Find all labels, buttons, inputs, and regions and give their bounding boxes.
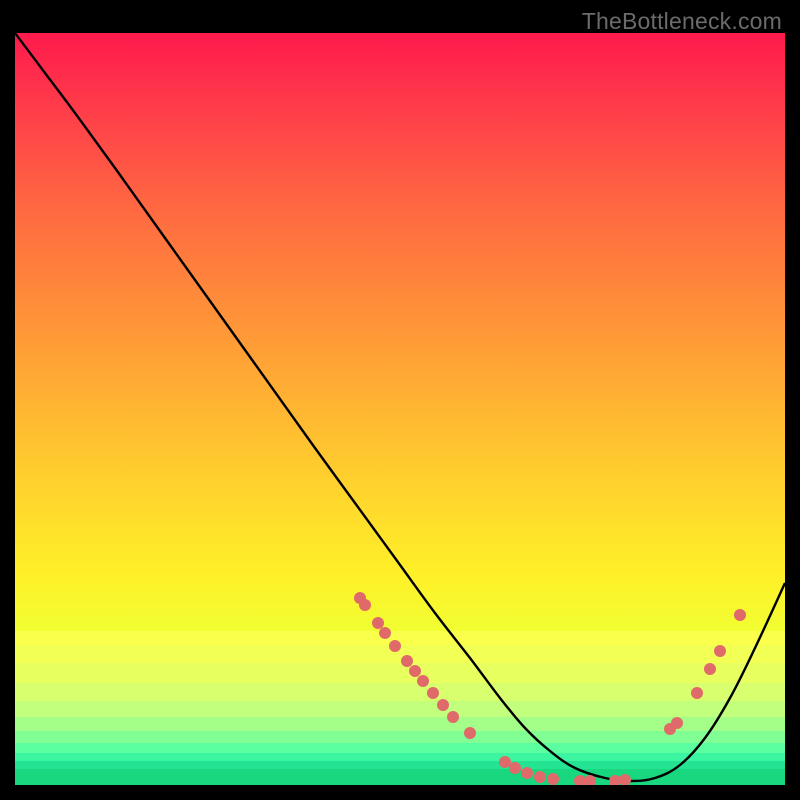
chart-gradient-bg [15, 33, 785, 785]
watermark-text: TheBottleneck.com [582, 8, 782, 35]
chart-frame [15, 33, 785, 785]
